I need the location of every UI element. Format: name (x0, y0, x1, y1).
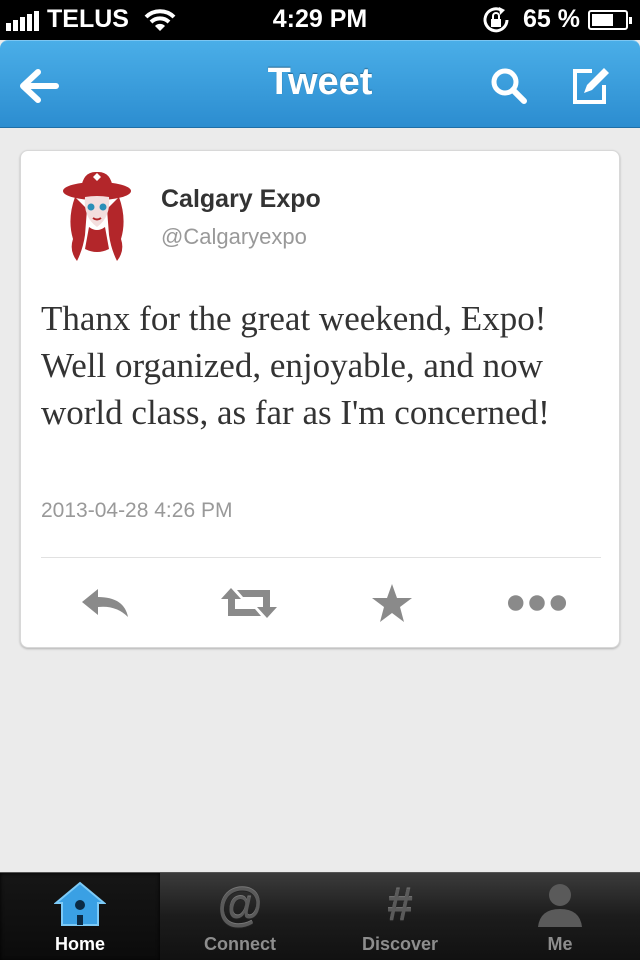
user-name[interactable]: Calgary Expo (161, 185, 321, 214)
retweet-icon (221, 588, 277, 618)
compose-icon (573, 68, 609, 104)
rotation-lock-icon (483, 6, 509, 32)
tab-me[interactable]: Me (480, 873, 640, 960)
tab-bar: Home @ Connect # Discover Me (0, 872, 640, 960)
tab-label-connect: Connect (204, 934, 276, 954)
favorite-button[interactable] (362, 581, 422, 625)
tab-label-me: Me (547, 934, 573, 954)
avatar[interactable] (57, 169, 137, 267)
battery-icon (588, 9, 632, 30)
tweet-timestamp: 2013-04-28 4:26 PM (41, 499, 233, 522)
reply-icon (82, 589, 128, 617)
compose-button[interactable] (566, 61, 616, 111)
user-handle[interactable]: @Calgaryexpo (161, 224, 307, 250)
status-bar: TELUS 4:29 PM 65 % (0, 0, 640, 40)
hashtag-icon: # (387, 878, 413, 930)
retweet-button[interactable] (219, 581, 279, 625)
battery-percentage: 65 % (523, 5, 580, 33)
person-icon (538, 884, 582, 927)
search-icon (491, 68, 527, 104)
navigation-bar: Tweet (0, 40, 640, 128)
tab-discover[interactable]: # Discover (320, 873, 480, 960)
divider (41, 557, 601, 558)
tab-connect[interactable]: @ Connect (160, 873, 320, 960)
tab-label-discover: Discover (361, 934, 439, 954)
page-title: Tweet (267, 61, 373, 103)
at-sign-icon: @ (217, 878, 263, 930)
home-icon (54, 881, 106, 926)
tweet-text: Thanx for the great weekend, Expo! Well … (41, 299, 550, 432)
reply-button[interactable] (75, 581, 135, 625)
tab-home[interactable]: Home (0, 873, 160, 960)
more-icon (507, 595, 567, 611)
tab-label-home: Home (54, 934, 105, 954)
favorite-star-icon (372, 584, 412, 622)
search-button[interactable] (484, 61, 534, 111)
more-button[interactable] (507, 581, 567, 625)
tweet-card: Calgary Expo @Calgaryexpo Thanx for the … (20, 150, 620, 648)
